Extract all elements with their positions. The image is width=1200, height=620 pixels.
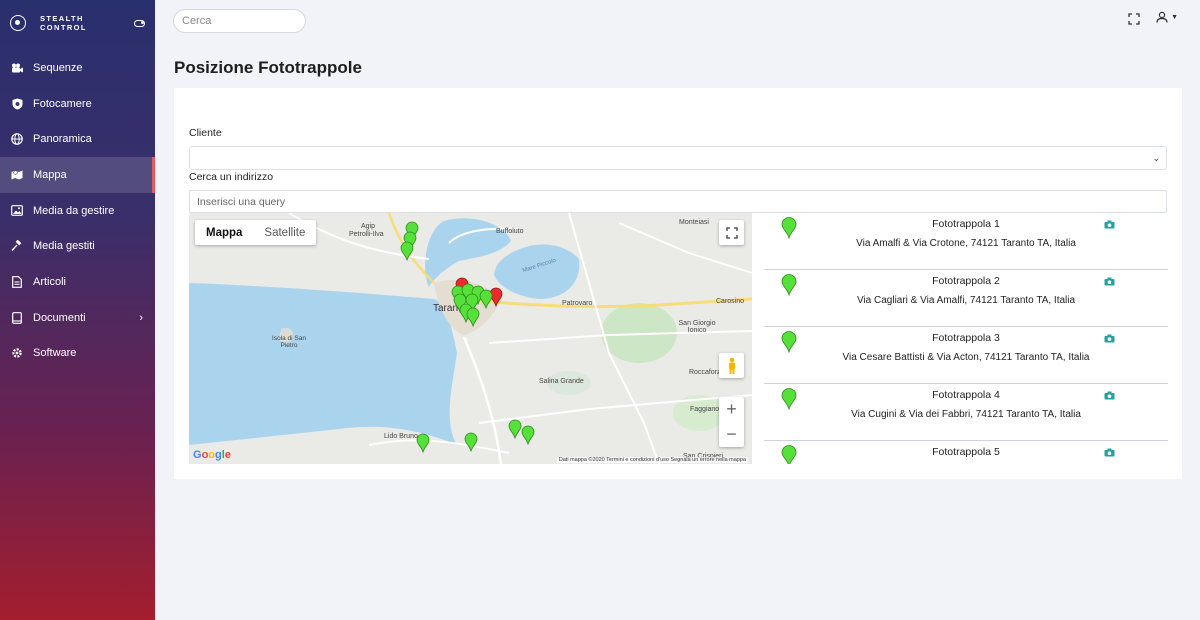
zoom-out-button[interactable]: − bbox=[726, 422, 737, 447]
camera-icon[interactable] bbox=[1104, 448, 1115, 457]
book-icon bbox=[11, 311, 23, 324]
sidebar-item-label: Documenti bbox=[33, 311, 86, 324]
trap-address: Via Cesare Battisti & Via Acton, 74121 T… bbox=[842, 352, 1090, 363]
map-label: Faggiano bbox=[690, 406, 720, 413]
map-label: Salina Grande bbox=[539, 378, 584, 385]
sidebar-item-label: Media gestiti bbox=[33, 240, 95, 253]
sidebar-item-label: Sequenze bbox=[33, 61, 83, 74]
fullscreen-icon bbox=[725, 226, 738, 239]
pegman-icon bbox=[728, 357, 735, 374]
chevron-right-icon: › bbox=[139, 311, 143, 324]
brand-logo-icon bbox=[10, 15, 26, 31]
user-menu-button[interactable]: ▼ bbox=[1156, 11, 1178, 23]
client-label: Cliente bbox=[189, 127, 222, 139]
map-type-map-button[interactable]: Mappa bbox=[195, 220, 253, 245]
sidebar: STEALTH CONTROL Sequenze Fotocamere Pano… bbox=[0, 0, 155, 620]
map-marker[interactable] bbox=[416, 433, 430, 453]
gavel-icon bbox=[11, 240, 23, 252]
camera-icon[interactable] bbox=[1104, 277, 1115, 286]
sidebar-item-label: Software bbox=[33, 347, 77, 360]
map-label: Carosino bbox=[716, 298, 745, 305]
brand: STEALTH CONTROL bbox=[0, 0, 155, 46]
map-attribution: Dati mappa ©2020 Termini e condizioni d'… bbox=[556, 457, 748, 463]
map-label: Isola di San Pietro bbox=[272, 335, 306, 349]
map-marker[interactable] bbox=[466, 307, 480, 327]
map-marker[interactable] bbox=[521, 425, 535, 445]
camera-icon[interactable] bbox=[1104, 391, 1115, 400]
sidebar-item-label: Mappa bbox=[33, 168, 67, 181]
map-type-satellite-button[interactable]: Satellite bbox=[253, 220, 316, 245]
sidebar-item-panoramica[interactable]: Panoramica bbox=[0, 121, 155, 157]
street-view-button[interactable] bbox=[719, 353, 744, 378]
brand-name: STEALTH CONTROL bbox=[39, 14, 87, 32]
map-label: Buffoluto bbox=[496, 228, 524, 235]
map-view[interactable]: Agip Petrolli-Ilva Buffoluto Mare Piccol… bbox=[189, 213, 752, 464]
map-label: Petrolli-Ilva bbox=[349, 231, 384, 238]
caret-down-icon: ▼ bbox=[1171, 13, 1178, 21]
page-title: Posizione Fototrappole bbox=[174, 58, 362, 77]
map-label: Patrovaro bbox=[562, 300, 593, 307]
map-marker[interactable] bbox=[464, 432, 478, 452]
list-item[interactable]: Fototrappola 1 Via Amalfi & Via Crotone,… bbox=[764, 213, 1168, 270]
map-marker[interactable] bbox=[508, 419, 522, 439]
map-icon bbox=[11, 169, 23, 181]
map-type-control: Mappa Satellite bbox=[195, 220, 317, 245]
sidebar-nav: Sequenze Fotocamere Panoramica Mappa Med… bbox=[0, 50, 155, 371]
document-icon bbox=[11, 276, 23, 288]
zoom-in-button[interactable]: + bbox=[726, 397, 737, 422]
map-label: Agip bbox=[361, 223, 376, 230]
map-marker[interactable] bbox=[400, 241, 414, 261]
google-logo: Google bbox=[193, 449, 231, 461]
sidebar-item-sequenze[interactable]: Sequenze bbox=[0, 50, 155, 86]
sidebar-item-fotocamere[interactable]: Fotocamere bbox=[0, 86, 155, 122]
video-camera-icon bbox=[11, 62, 23, 74]
sidebar-item-label: Media da gestire bbox=[33, 204, 115, 217]
list-item[interactable]: Fototrappola 4 Via Cugini & Via dei Fabb… bbox=[764, 384, 1168, 441]
list-item[interactable]: Fototrappola 5 bbox=[764, 441, 1168, 464]
chevron-down-icon: ⌄ bbox=[1152, 153, 1160, 163]
fullscreen-icon[interactable] bbox=[1128, 12, 1140, 25]
sidebar-item-articoli[interactable]: Articoli bbox=[0, 264, 155, 300]
trap-address: Via Amalfi & Via Crotone, 74121 Taranto … bbox=[856, 238, 1076, 249]
gear-icon bbox=[11, 347, 23, 359]
sidebar-item-documenti[interactable]: Documenti › bbox=[0, 300, 155, 336]
map-label: Monteiasi bbox=[679, 219, 709, 226]
camera-icon[interactable] bbox=[1104, 334, 1115, 343]
camera-icon[interactable] bbox=[1104, 220, 1115, 229]
map-fullscreen-button[interactable] bbox=[719, 220, 744, 245]
address-label: Cerca un indirizzo bbox=[189, 171, 274, 183]
image-icon bbox=[11, 205, 23, 217]
user-icon bbox=[1156, 11, 1168, 23]
topbar: ▼ bbox=[155, 0, 1200, 44]
address-search-input[interactable] bbox=[189, 190, 1167, 213]
sidebar-item-software[interactable]: Software bbox=[0, 336, 155, 372]
list-item[interactable]: Fototrappola 2 Via Cagliari & Via Amalfi… bbox=[764, 270, 1168, 327]
sidebar-item-label: Articoli bbox=[33, 275, 67, 288]
sidebar-item-label: Panoramica bbox=[33, 133, 92, 146]
sidebar-toggle-icon[interactable] bbox=[134, 19, 145, 27]
sidebar-item-label: Fotocamere bbox=[33, 97, 92, 110]
trap-address: Via Cagliari & Via Amalfi, 74121 Taranto… bbox=[856, 295, 1076, 306]
camera-shield-icon bbox=[11, 98, 23, 110]
trap-list: Fototrappola 1 Via Amalfi & Via Crotone,… bbox=[764, 213, 1168, 464]
list-item[interactable]: Fototrappola 3 Via Cesare Battisti & Via… bbox=[764, 327, 1168, 384]
trap-address: Via Cugini & Via dei Fabbri, 74121 Taran… bbox=[851, 409, 1081, 420]
sidebar-item-mappa[interactable]: Mappa bbox=[0, 157, 155, 193]
sidebar-item-media-da-gestire[interactable]: Media da gestire bbox=[0, 193, 155, 229]
map-label: San Giorgio Ionico bbox=[678, 320, 716, 334]
globe-icon bbox=[11, 133, 23, 146]
map-marker[interactable] bbox=[479, 289, 493, 309]
sidebar-item-media-gestiti[interactable]: Media gestiti bbox=[0, 228, 155, 264]
zoom-control: + − bbox=[719, 397, 744, 447]
map-card: Cliente ⌄ Cerca un indirizzo Inserisci u… bbox=[174, 88, 1182, 479]
search-input[interactable] bbox=[173, 9, 306, 33]
client-select[interactable]: ⌄ bbox=[189, 146, 1167, 170]
map-label: Lido Bruno bbox=[384, 433, 418, 440]
